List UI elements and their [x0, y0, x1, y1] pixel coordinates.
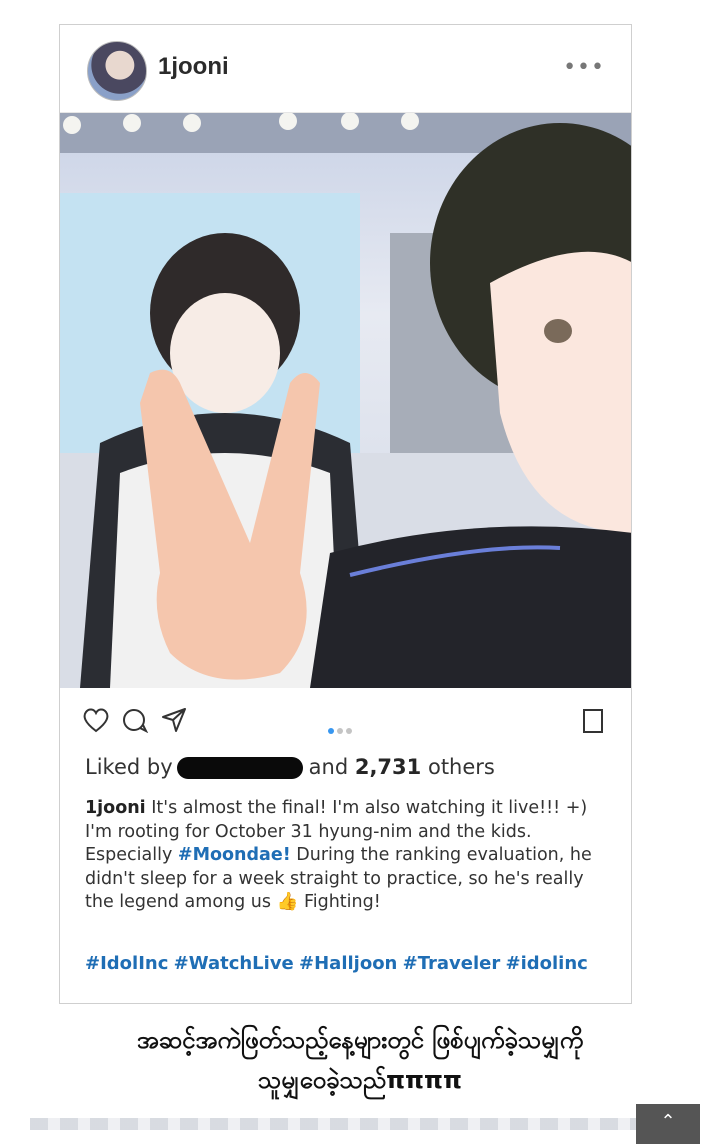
carousel-dot	[346, 728, 352, 734]
more-horizontal-icon[interactable]: •••	[563, 55, 605, 80]
chevron-up-icon: ⌃	[660, 1111, 676, 1132]
likes-count[interactable]: 2,731	[355, 755, 421, 779]
instagram-post: 1jooni ••• Liked by and 2,731 others 1jo…	[59, 24, 632, 1004]
post-image	[60, 113, 631, 688]
carousel-dot	[337, 728, 343, 734]
caption-text-3: Fighting!	[303, 892, 381, 912]
avatar[interactable]	[87, 41, 147, 101]
comment-icon[interactable]	[120, 707, 150, 737]
translation-caption: အဆင့်အကဲဖြတ်သည့်နေ့များတွင် ဖြစ်ပျက်ခဲ့သ…	[0, 1020, 720, 1100]
redacted-username	[176, 757, 303, 779]
send-icon[interactable]	[160, 707, 188, 737]
likes-prefix: Liked by	[85, 755, 173, 779]
translation-line-2: သူမျှဝေခဲ့သည်ππππ	[258, 1066, 462, 1094]
post-hashtags[interactable]: #IdolInc #WatchLive #Halljoon #Traveler …	[85, 953, 588, 974]
carousel-indicator	[328, 719, 355, 738]
post-illustration	[60, 113, 631, 688]
heart-icon[interactable]	[82, 707, 110, 737]
post-header: 1jooni •••	[60, 25, 631, 113]
scroll-top-button[interactable]: ⌃	[636, 1104, 700, 1144]
translation-line-1: အဆင့်အကဲဖြတ်သည့်နေ့များတွင် ဖြစ်ပျက်ခဲ့သ…	[136, 1026, 584, 1054]
post-username[interactable]: 1jooni	[158, 53, 229, 81]
likes-line: Liked by and 2,731 others	[85, 755, 495, 779]
caption-hashtag[interactable]: #Moondae!	[178, 845, 291, 865]
likes-suffix: others	[427, 755, 495, 779]
caption-username[interactable]: 1jooni	[85, 798, 146, 818]
next-panel-strip	[30, 1118, 640, 1130]
bookmark-icon[interactable]	[581, 707, 605, 739]
post-caption: 1jooni It's almost the final! I'm also w…	[85, 797, 615, 915]
post-actions	[60, 703, 631, 743]
carousel-dot-active	[328, 728, 334, 734]
likes-middle: and	[308, 755, 349, 779]
thumbs-up-icon: 👍	[276, 892, 299, 912]
